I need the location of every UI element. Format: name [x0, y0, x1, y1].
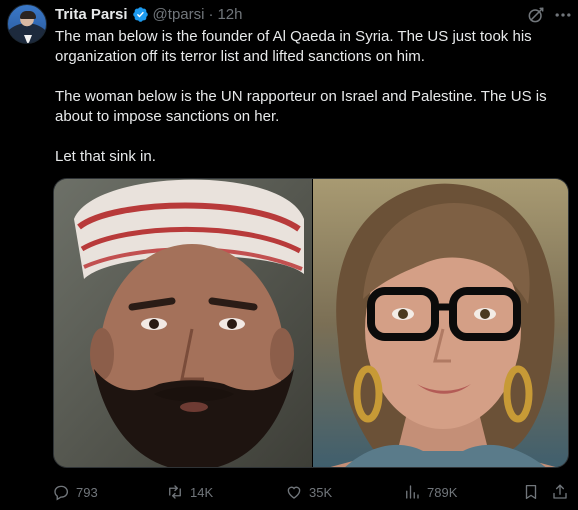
tweet-media[interactable]: [53, 178, 569, 468]
share-button[interactable]: [551, 483, 569, 501]
repost-button[interactable]: 14K: [166, 483, 213, 501]
tweet-paragraph-2: The woman below is the UN rapporteur on …: [55, 88, 547, 125]
share-icon: [553, 484, 567, 499]
woman-portrait-art: [313, 179, 568, 467]
woman-portrait[interactable]: [313, 179, 568, 467]
man-portrait-art: [54, 179, 312, 467]
tweet-paragraph-1: The man below is the founder of Al Qaeda…: [55, 28, 532, 65]
grok-icon[interactable]: [526, 5, 546, 25]
tweet-header: Trita Parsi @tparsi · 12h: [55, 4, 243, 24]
repost-icon: [169, 485, 181, 499]
views-icon: [406, 485, 419, 499]
views-count: 789K: [427, 484, 458, 500]
avatar-hair: [20, 11, 36, 19]
reply-count: 793: [76, 484, 98, 500]
repost-count: 14K: [190, 484, 214, 500]
author-avatar[interactable]: [7, 4, 47, 44]
like-icon: [287, 486, 301, 499]
views-button[interactable]: 789K: [403, 483, 457, 501]
separator-dot: ·: [208, 5, 214, 23]
like-count: 35K: [309, 484, 333, 500]
more-icon[interactable]: [553, 5, 573, 25]
bookmark-button[interactable]: [522, 483, 540, 501]
tweet-paragraph-3: Let that sink in.: [55, 148, 156, 165]
tweet-text: The man below is the founder of Al Qaeda…: [55, 27, 565, 167]
author-handle[interactable]: @tparsi: [153, 6, 205, 23]
tweet-timestamp[interactable]: 12h: [217, 6, 242, 23]
author-name[interactable]: Trita Parsi: [55, 6, 128, 23]
action-bar: 793 14K 35K 789K: [0, 483, 578, 503]
reply-button[interactable]: 793: [52, 483, 98, 501]
man-portrait[interactable]: [54, 179, 312, 467]
like-button[interactable]: 35K: [285, 483, 332, 501]
reply-icon: [54, 485, 69, 501]
bookmark-icon: [525, 484, 537, 500]
avatar-shirt: [24, 35, 32, 43]
verified-badge-icon: [132, 6, 148, 22]
